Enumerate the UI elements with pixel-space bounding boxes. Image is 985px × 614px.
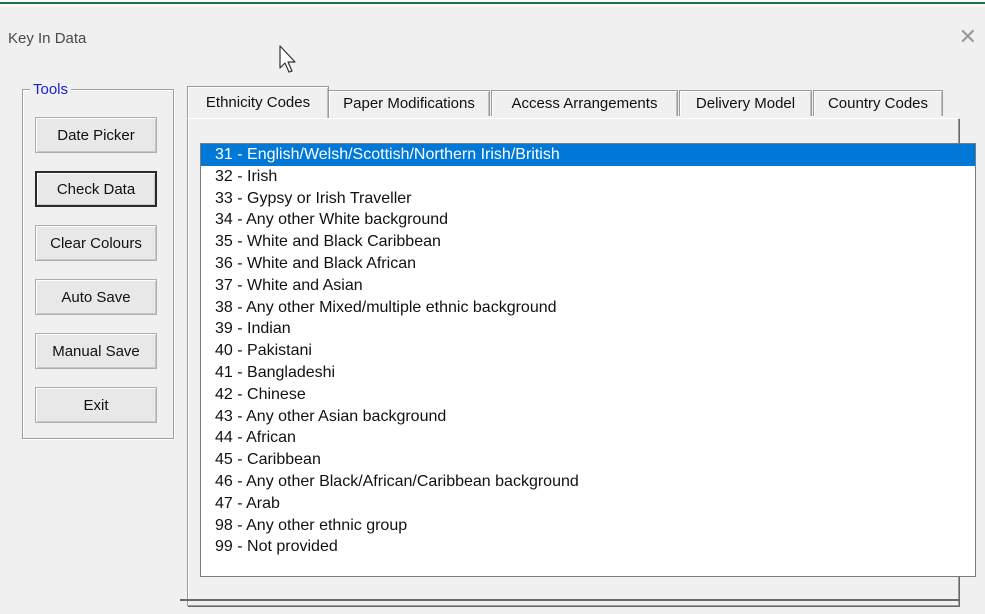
list-item[interactable]: 34 - Any other White background (201, 209, 975, 231)
bottom-edge (180, 599, 960, 601)
tab-delivery-model[interactable]: Delivery Model (679, 90, 812, 116)
list-item[interactable]: 32 - Irish (201, 166, 975, 188)
list-item[interactable]: 99 - Not provided (201, 536, 975, 558)
list-item[interactable]: 42 - Chinese (201, 384, 975, 406)
auto-save-button[interactable]: Auto Save (35, 279, 157, 315)
list-item[interactable]: 36 - White and Black African (201, 253, 975, 275)
tab-country-codes[interactable]: Country Codes (813, 90, 943, 116)
dialog-title: Key In Data (8, 30, 87, 47)
list-item[interactable]: 37 - White and Asian (201, 275, 975, 297)
list-item[interactable]: 38 - Any other Mixed/multiple ethnic bac… (201, 297, 975, 319)
list-item[interactable]: 47 - Arab (201, 493, 975, 515)
close-icon[interactable]: ✕ (959, 26, 977, 48)
list-item[interactable]: 44 - African (201, 427, 975, 449)
tab-ethnicity-codes[interactable]: Ethnicity Codes (187, 86, 329, 118)
list-item[interactable]: 33 - Gypsy or Irish Traveller (201, 188, 975, 210)
list-item[interactable]: 46 - Any other Black/African/Caribbean b… (201, 471, 975, 493)
mouse-pointer-icon (279, 45, 296, 73)
list-item[interactable]: 35 - White and Black Caribbean (201, 231, 975, 253)
date-picker-button[interactable]: Date Picker (35, 117, 157, 153)
check-data-button[interactable]: Check Data (35, 171, 157, 207)
tab-access-arrangements[interactable]: Access Arrangements (491, 90, 678, 116)
list-item[interactable]: 43 - Any other Asian background (201, 406, 975, 428)
clear-colours-button[interactable]: Clear Colours (35, 225, 157, 261)
list-item[interactable]: 40 - Pakistani (201, 340, 975, 362)
list-item[interactable]: 39 - Indian (201, 318, 975, 340)
list-item[interactable]: 45 - Caribbean (201, 449, 975, 471)
list-item[interactable]: 41 - Bangladeshi (201, 362, 975, 384)
list-item[interactable]: 98 - Any other ethnic group (201, 515, 975, 537)
exit-button[interactable]: Exit (35, 387, 157, 423)
manual-save-button[interactable]: Manual Save (35, 333, 157, 369)
list-item[interactable]: 31 - English/Welsh/Scottish/Northern Iri… (201, 144, 975, 166)
ethnicity-codes-listbox[interactable]: 31 - English/Welsh/Scottish/Northern Iri… (200, 143, 976, 577)
tools-frame-legend: Tools (30, 81, 72, 98)
tab-paper-modifications[interactable]: Paper Modifications (328, 90, 490, 116)
